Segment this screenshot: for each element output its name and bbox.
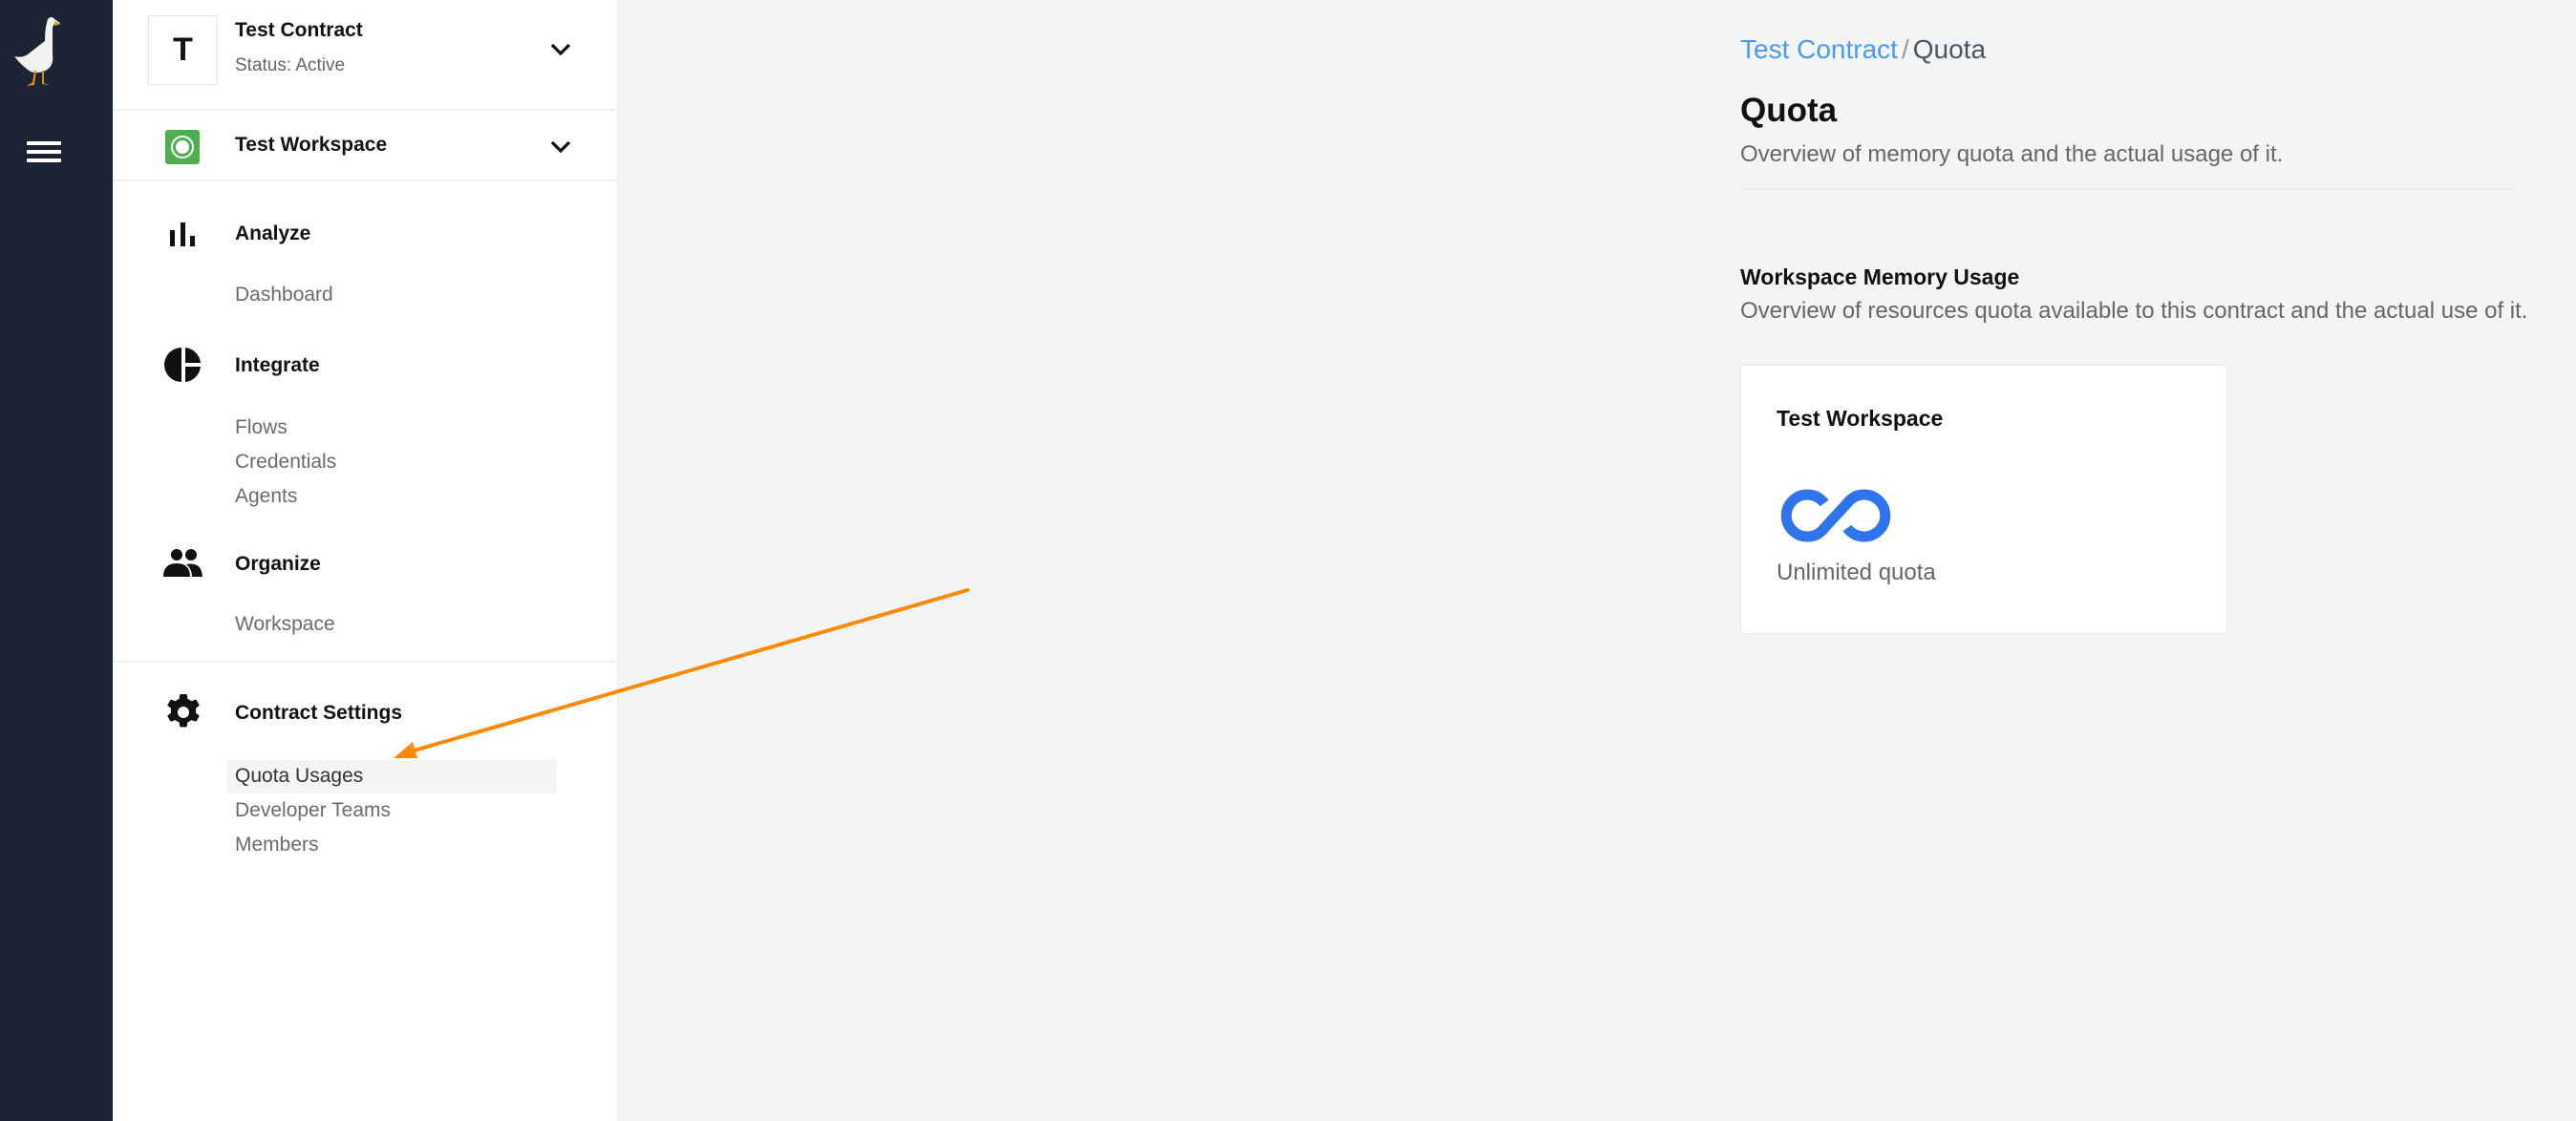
section-title: Workspace Memory Usage bbox=[1740, 264, 2020, 289]
hamburger-line bbox=[27, 141, 61, 145]
nav-item-workspace[interactable]: Workspace bbox=[235, 613, 335, 636]
contract-name: Test Contract bbox=[235, 19, 363, 41]
nav-item-agents[interactable]: Agents bbox=[235, 485, 297, 508]
workspace-quota-card: Test Workspace Unlimited quota bbox=[1740, 365, 2227, 634]
workspace-selector[interactable]: Test Workspace bbox=[113, 111, 617, 181]
hamburger-line bbox=[27, 159, 61, 162]
hamburger-menu-icon[interactable] bbox=[27, 141, 61, 168]
chevron-down-icon[interactable] bbox=[549, 139, 572, 155]
workspace-name: Test Workspace bbox=[235, 134, 388, 156]
section-subtitle: Overview of resources quota available to… bbox=[1740, 298, 2528, 324]
contract-selector[interactable]: T Test Contract Status: Active bbox=[113, 0, 617, 111]
breadcrumb-current: Quota bbox=[1912, 34, 1987, 64]
nav-divider bbox=[113, 661, 617, 663]
card-quota-status: Unlimited quota bbox=[1777, 560, 1936, 585]
app-rail bbox=[0, 0, 113, 1121]
sidebar: T Test Contract Status: Active Test Work… bbox=[113, 0, 618, 1121]
nav-item-members[interactable]: Members bbox=[235, 834, 319, 857]
page-subtitle: Overview of memory quota and the actual … bbox=[1740, 141, 2284, 167]
nav-item-flows[interactable]: Flows bbox=[235, 416, 287, 439]
contract-avatar: T bbox=[148, 15, 218, 85]
nav-item-credentials[interactable]: Credentials bbox=[235, 451, 336, 474]
hamburger-line bbox=[27, 150, 61, 154]
nav-section-organize[interactable]: Organize bbox=[235, 553, 321, 576]
breadcrumb-separator: / bbox=[1901, 34, 1909, 64]
nav-section-contract-settings[interactable]: Contract Settings bbox=[235, 702, 402, 725]
infinity-icon bbox=[1780, 489, 1891, 542]
pie-chart-icon bbox=[164, 348, 201, 382]
people-icon bbox=[163, 549, 202, 577]
breadcrumb-contract-link[interactable]: Test Contract bbox=[1740, 34, 1898, 64]
workspace-icon bbox=[165, 130, 200, 164]
nav-item-quota-usages[interactable]: Quota Usages bbox=[235, 765, 363, 788]
chevron-down-icon[interactable] bbox=[549, 42, 572, 57]
bar-chart-icon bbox=[170, 222, 195, 246]
goose-logo-icon[interactable] bbox=[13, 13, 67, 88]
card-title: Test Workspace bbox=[1777, 406, 1944, 431]
page-title: Quota bbox=[1740, 92, 1838, 129]
header-divider bbox=[1740, 188, 2516, 190]
nav-section-integrate[interactable]: Integrate bbox=[235, 354, 320, 377]
gear-icon bbox=[167, 694, 200, 728]
nav-section-analyze[interactable]: Analyze bbox=[235, 222, 310, 245]
nav-item-developer-teams[interactable]: Developer Teams bbox=[235, 799, 391, 822]
breadcrumb: Test Contract / Quota bbox=[1740, 34, 1986, 65]
contract-status: Status: Active bbox=[235, 55, 346, 75]
nav-item-dashboard[interactable]: Dashboard bbox=[235, 284, 333, 307]
